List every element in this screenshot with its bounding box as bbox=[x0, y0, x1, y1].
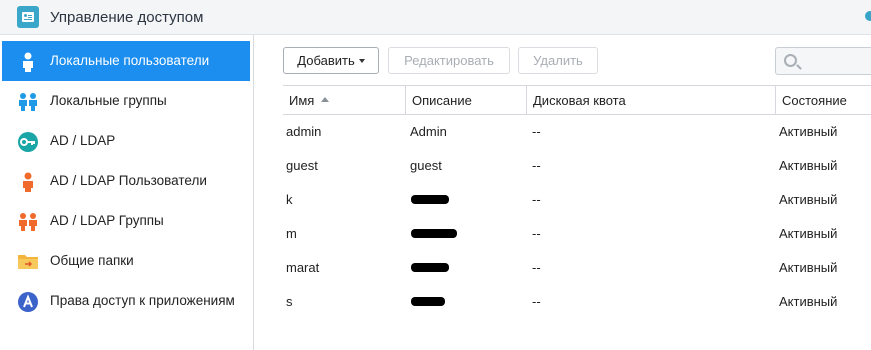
sidebar: Локальные пользователи Локальные группы … bbox=[0, 35, 254, 350]
cell-quota: -- bbox=[532, 192, 541, 207]
chevron-down-icon bbox=[358, 58, 365, 63]
redaction-mark bbox=[411, 297, 445, 306]
group-icon bbox=[19, 93, 37, 111]
main-content: Добавить Редактировать Удалить Имя Описа… bbox=[255, 35, 871, 350]
sidebar-item-label: AD / LDAP Пользователи bbox=[50, 173, 207, 188]
cell-name: s bbox=[286, 294, 293, 309]
key-icon bbox=[18, 132, 38, 152]
sidebar-item-label: AD / LDAP Группы bbox=[50, 213, 164, 228]
sidebar-item-app-permissions[interactable]: Права доступ к приложениям bbox=[2, 281, 250, 321]
folder-icon bbox=[18, 255, 38, 269]
table-row[interactable]: admin Admin -- Активный bbox=[283, 115, 871, 149]
cell-status: Активный bbox=[779, 124, 838, 139]
add-button-label: Добавить bbox=[297, 53, 355, 68]
cell-status: Активный bbox=[779, 226, 838, 241]
table-row[interactable]: s -- Активный bbox=[283, 285, 871, 319]
edit-button-label: Редактировать bbox=[404, 53, 494, 68]
table-header: Имя Описание Дисковая квота Состояние bbox=[283, 85, 871, 115]
edit-button[interactable]: Редактировать bbox=[388, 47, 510, 74]
sidebar-item-shared-folders[interactable]: Общие папки bbox=[2, 241, 250, 281]
redaction-mark bbox=[411, 229, 457, 238]
cell-quota: -- bbox=[532, 124, 541, 139]
cell-name: k bbox=[286, 192, 293, 207]
sidebar-item-ad-ldap-users[interactable]: AD / LDAP Пользователи bbox=[2, 161, 250, 201]
search-input[interactable] bbox=[775, 47, 871, 75]
cell-status: Активный bbox=[779, 192, 838, 207]
toolbar: Добавить Редактировать Удалить bbox=[255, 35, 871, 85]
cell-quota: -- bbox=[532, 294, 541, 309]
title-bar: Управление доступом bbox=[0, 0, 871, 35]
cell-status: Активный bbox=[779, 294, 838, 309]
window-title: Управление доступом bbox=[50, 9, 204, 26]
table-row[interactable]: m -- Активный bbox=[283, 217, 871, 251]
cell-description: Admin bbox=[410, 124, 447, 139]
group-icon bbox=[19, 213, 37, 231]
cell-name: guest bbox=[286, 158, 318, 173]
sidebar-item-ad-ldap[interactable]: AD / LDAP bbox=[2, 121, 250, 161]
cell-name: admin bbox=[286, 124, 322, 139]
sidebar-item-ad-ldap-groups[interactable]: AD / LDAP Группы bbox=[2, 201, 250, 241]
user-icon bbox=[23, 52, 33, 72]
cell-description: guest bbox=[410, 158, 442, 173]
sidebar-item-label: Общие папки bbox=[50, 253, 134, 268]
column-header-name[interactable]: Имя bbox=[283, 86, 405, 115]
column-header-description[interactable]: Описание bbox=[405, 86, 526, 115]
sidebar-item-label: Локальные пользователи bbox=[50, 53, 210, 68]
cell-status: Активный bbox=[779, 158, 838, 173]
table-row[interactable]: k -- Активный bbox=[283, 183, 871, 217]
table-row[interactable]: guest guest -- Активный bbox=[283, 149, 871, 183]
search-icon bbox=[784, 54, 797, 67]
cell-name: m bbox=[286, 226, 297, 241]
delete-button-label: Удалить bbox=[533, 53, 583, 68]
column-header-quota[interactable]: Дисковая квота bbox=[526, 86, 775, 115]
sidebar-item-local-groups[interactable]: Локальные группы bbox=[2, 81, 250, 121]
add-button[interactable]: Добавить bbox=[283, 47, 379, 74]
user-icon bbox=[23, 172, 33, 192]
cell-status: Активный bbox=[779, 260, 838, 275]
access-control-app-icon bbox=[17, 6, 39, 28]
redaction-mark bbox=[411, 263, 449, 272]
cell-quota: -- bbox=[532, 260, 541, 275]
sidebar-item-label: AD / LDAP bbox=[50, 133, 116, 148]
redaction-mark bbox=[411, 195, 449, 204]
cell-quota: -- bbox=[532, 226, 541, 241]
column-header-status[interactable]: Состояние bbox=[775, 86, 871, 115]
sidebar-item-local-users[interactable]: Локальные пользователи bbox=[2, 41, 250, 81]
sidebar-item-label: Права доступ к приложениям bbox=[50, 293, 235, 308]
sidebar-item-label: Локальные группы bbox=[50, 93, 167, 108]
cell-quota: -- bbox=[532, 158, 541, 173]
delete-button[interactable]: Удалить bbox=[518, 47, 598, 74]
cell-name: marat bbox=[286, 260, 320, 275]
sort-ascending-icon bbox=[321, 97, 330, 103]
table-row[interactable]: marat -- Активный bbox=[283, 251, 871, 285]
window-control-button[interactable] bbox=[865, 11, 871, 21]
app-icon bbox=[18, 292, 38, 312]
